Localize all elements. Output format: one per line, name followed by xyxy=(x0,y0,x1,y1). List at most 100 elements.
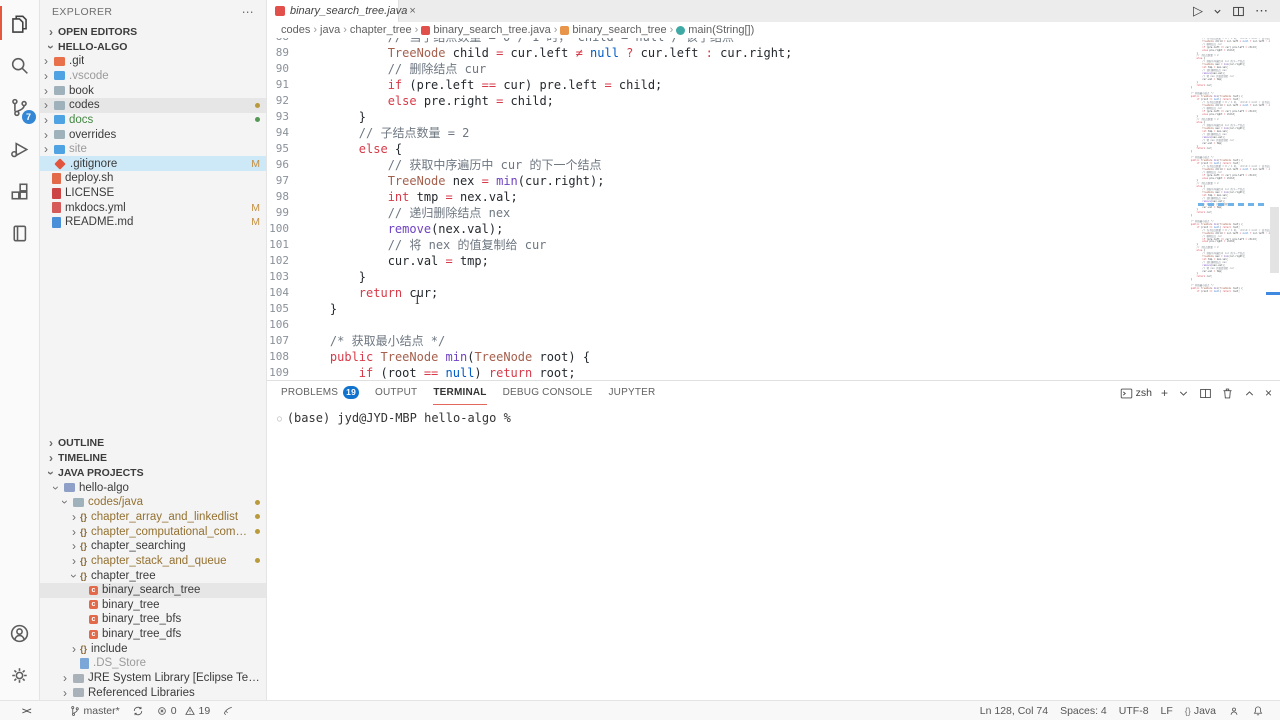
breadcrumb-item-4[interactable]: binary_search_tree.java xyxy=(421,24,550,36)
maximize-panel-chevron-icon[interactable] xyxy=(1243,387,1256,400)
sync-icon[interactable] xyxy=(126,701,150,720)
java-tree-item-binary_tree[interactable]: cbinary_tree xyxy=(40,598,266,613)
tree-item-codes[interactable]: ›codes xyxy=(40,98,266,113)
code-line[interactable]: 94 // 子结点数量 = 2 xyxy=(267,125,1280,141)
tree-item-site[interactable]: ›site xyxy=(40,142,266,157)
java-tree-item--DS_Store[interactable]: .DS_Store xyxy=(40,656,266,671)
java-tree-item-codes-java[interactable]: ›codes/java xyxy=(40,495,266,510)
java-tree-item-chapter_computational_complexity[interactable]: ›{}chapter_computational_complexity xyxy=(40,524,266,539)
breadcrumb-item-3[interactable]: chapter_tree xyxy=(350,24,412,36)
code-line[interactable]: 89 TreeNode child = cur.left ≠ null ? cu… xyxy=(267,45,1280,61)
code-line[interactable]: 105 } xyxy=(267,301,1280,317)
tree-item-book[interactable]: ›book xyxy=(40,83,266,98)
run-debug-icon[interactable] xyxy=(0,128,40,170)
remote-indicator[interactable]: >< xyxy=(16,701,37,720)
java-tree-item-JRE-System-Library-Eclipse-Temurin-17-17[interactable]: ›JRE System Library [Eclipse Temurin 17 … xyxy=(40,671,266,686)
split-editor-icon[interactable] xyxy=(1232,5,1245,18)
tree-item-mkdocs-yml[interactable]: mkdocs.ymlM xyxy=(40,200,266,215)
panel-tab-output[interactable]: OUTPUT xyxy=(375,381,417,405)
java-tree-item-chapter_searching[interactable]: ›{}chapter_searching xyxy=(40,539,266,554)
code-line[interactable]: 99 // 递归删除结点 nex xyxy=(267,205,1280,221)
line-col-status[interactable]: Ln 128, Col 74 xyxy=(974,701,1054,720)
code-line[interactable]: 90 // 删除结点 cur xyxy=(267,61,1280,77)
breadcrumb-item-6[interactable]: main(String[]) xyxy=(676,24,754,36)
new-terminal-icon[interactable]: + xyxy=(1161,386,1168,400)
run-button[interactable]: ▷ xyxy=(1193,3,1203,19)
code-line[interactable]: 96 // 获取中序遍历中 cur 的下一个结点 xyxy=(267,157,1280,173)
language-mode-status[interactable]: {} Java xyxy=(1179,701,1222,720)
tree-item--git[interactable]: ›.git xyxy=(40,54,266,69)
close-panel-icon[interactable]: × xyxy=(1265,386,1272,400)
breadcrumb-item-5[interactable]: binary_search_tree xyxy=(560,24,666,36)
section-open-editors[interactable]: › OPEN EDITORS xyxy=(40,24,266,39)
split-terminal-icon[interactable] xyxy=(1199,387,1212,400)
code-line[interactable]: 102 cur.val = tmp; xyxy=(267,253,1280,269)
java-tree-item-hello-algo[interactable]: ›hello-algo xyxy=(40,480,266,495)
code-line[interactable]: 104 return cur; xyxy=(267,285,1280,301)
notebook-icon[interactable] xyxy=(0,212,40,254)
panel-tab-debug-console[interactable]: DEBUG CONSOLE xyxy=(503,381,593,405)
code-line[interactable]: 109 if (root == null) return root; xyxy=(267,365,1280,380)
section-java-projects[interactable]: › JAVA PROJECTS xyxy=(40,465,266,480)
problems-status[interactable]: 0 19 xyxy=(150,701,217,720)
code-line[interactable]: 107 /* 获取最小结点 */ xyxy=(267,333,1280,349)
code-line[interactable]: 106 xyxy=(267,317,1280,333)
code-line[interactable]: 91 if (pre.left == cur) pre.left = child… xyxy=(267,77,1280,93)
account-icon[interactable] xyxy=(0,612,40,654)
code-line[interactable]: 101 // 将 nex 的值复制给 cur xyxy=(267,237,1280,253)
tree-item-README-md[interactable]: README.mdM xyxy=(40,215,266,230)
panel-tab-jupyter[interactable]: JUPYTER xyxy=(608,381,655,405)
code-editor[interactable]: 88 // 当子结点数量 = 0 / 1 时， child = null / 该… xyxy=(267,38,1280,380)
tree-item-overrides[interactable]: ›overrides xyxy=(40,127,266,142)
tab-close-icon[interactable]: × xyxy=(407,5,417,17)
explorer-icon[interactable] xyxy=(0,2,40,44)
section-outline[interactable]: › OUTLINE xyxy=(40,435,266,450)
java-rocket-status-icon[interactable] xyxy=(216,701,240,720)
code-line[interactable]: 95 else { xyxy=(267,141,1280,157)
breadcrumb-item-1[interactable]: codes xyxy=(281,24,310,36)
editor-scrollbar-thumb[interactable] xyxy=(1270,207,1279,273)
terminal-shell-selector[interactable]: zsh xyxy=(1120,387,1152,400)
run-dropdown-chevron-icon[interactable] xyxy=(1213,7,1222,16)
minimap[interactable]: // 当子结点数量 = 0 / 1 时， child = null / 该子结点… xyxy=(1185,38,1270,380)
sidebar-more-icon[interactable]: ⋯ xyxy=(242,5,254,19)
terminal-content[interactable]: ○ (base) jyd@JYD-MBP hello-algo % xyxy=(267,405,1280,700)
code-line[interactable]: 88 // 当子结点数量 = 0 / 1 时， child = null / 该… xyxy=(267,38,1280,45)
section-root-folder[interactable]: › HELLO-ALGO xyxy=(40,39,266,54)
panel-tab-terminal[interactable]: TERMINAL xyxy=(433,381,486,405)
java-tree-item-chapter_tree[interactable]: ›{}chapter_tree xyxy=(40,568,266,583)
encoding-status[interactable]: UTF-8 xyxy=(1113,701,1155,720)
code-line[interactable]: 92 else pre.right = child; xyxy=(267,93,1280,109)
java-tree-item-chapter_stack_and_queue[interactable]: ›{}chapter_stack_and_queue xyxy=(40,554,266,569)
tab-binary-search-tree[interactable]: binary_search_tree.java × xyxy=(267,0,399,22)
tree-item-LICENSE[interactable]: LICENSE xyxy=(40,186,266,201)
java-tree-item-binary_tree_bfs[interactable]: cbinary_tree_bfs xyxy=(40,612,266,627)
search-icon[interactable] xyxy=(0,44,40,86)
indentation-status[interactable]: Spaces: 4 xyxy=(1054,701,1113,720)
breadcrumb-item-2[interactable]: java xyxy=(320,24,340,36)
java-tree-item-Referenced-Libraries[interactable]: ›Referenced Libraries xyxy=(40,685,266,700)
tree-item-docs[interactable]: ›docs xyxy=(40,113,266,128)
source-control-icon[interactable]: 7 xyxy=(0,86,40,128)
java-tree-item-binary_tree_dfs[interactable]: cbinary_tree_dfs xyxy=(40,627,266,642)
code-line[interactable]: 98 int tmp = nex.val; xyxy=(267,189,1280,205)
section-timeline[interactable]: › TIMELINE xyxy=(40,450,266,465)
tree-item-deploy-sh[interactable]: deploy.sh xyxy=(40,171,266,186)
tree-item--gitignore[interactable]: .gitignoreM xyxy=(40,156,266,171)
feedback-icon[interactable] xyxy=(1222,701,1246,720)
code-line[interactable]: 100 remove(nex.val); xyxy=(267,221,1280,237)
eol-status[interactable]: LF xyxy=(1155,701,1179,720)
panel-tab-problems[interactable]: PROBLEMS19 xyxy=(281,381,359,405)
code-line[interactable]: 97 TreeNode nex = min(cur.right); xyxy=(267,173,1280,189)
tree-item--vscode[interactable]: ›.vscode xyxy=(40,69,266,84)
terminal-dropdown-chevron-icon[interactable] xyxy=(1177,387,1190,400)
code-line[interactable]: 93 } xyxy=(267,109,1280,125)
code-line[interactable]: 108 public TreeNode min(TreeNode root) { xyxy=(267,349,1280,365)
more-actions-icon[interactable]: ⋯ xyxy=(1255,3,1268,19)
code-line[interactable]: 103 } xyxy=(267,269,1280,285)
settings-gear-icon[interactable] xyxy=(0,654,40,696)
kill-terminal-trash-icon[interactable] xyxy=(1221,387,1234,400)
extensions-icon[interactable] xyxy=(0,170,40,212)
notifications-bell-icon[interactable] xyxy=(1246,701,1270,720)
git-branch-status[interactable]: master* xyxy=(63,701,126,720)
